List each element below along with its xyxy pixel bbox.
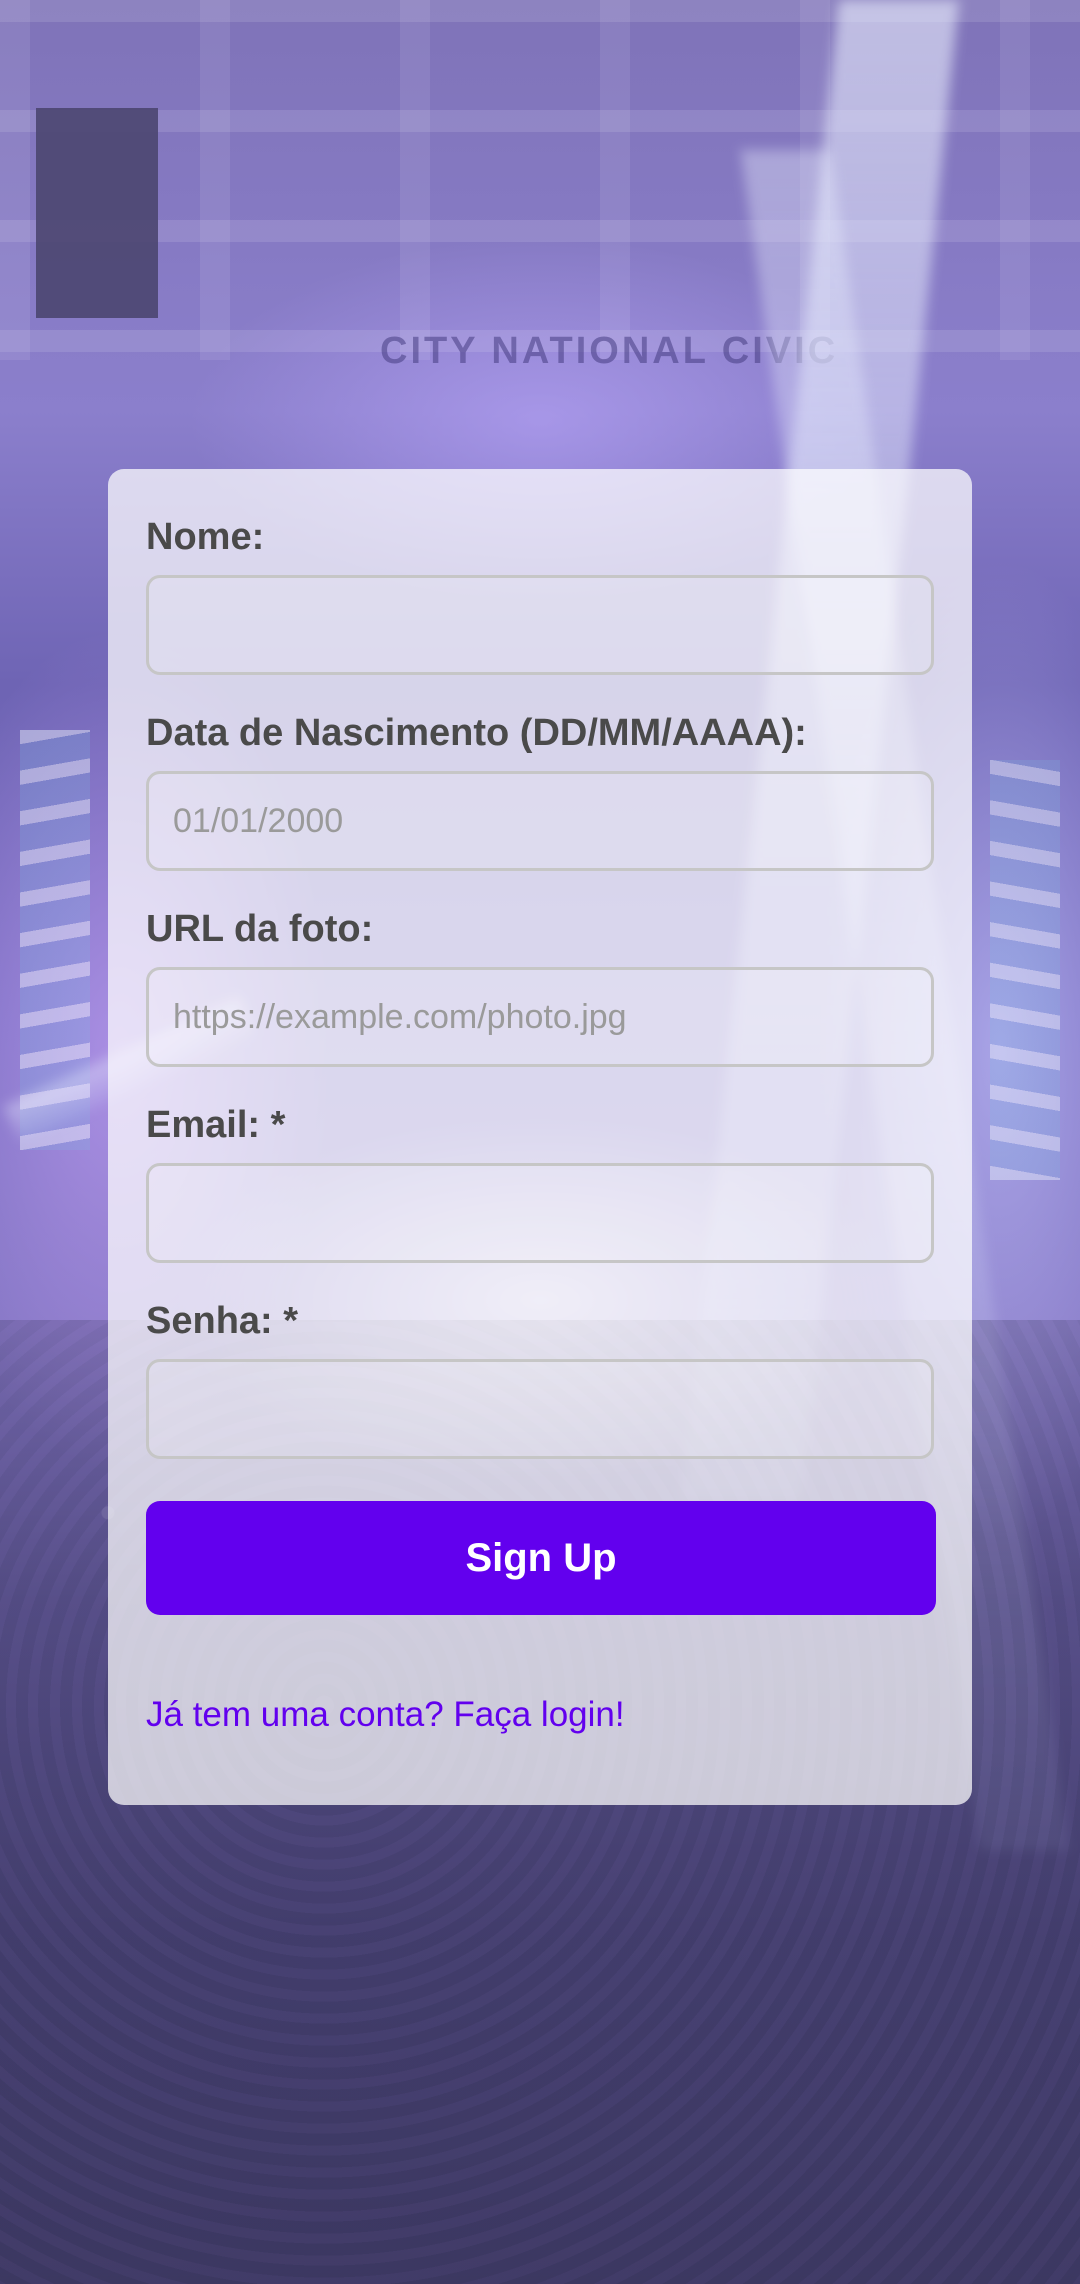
email-label: Email: *	[146, 1104, 286, 1146]
password-label: Senha: *	[146, 1300, 299, 1342]
name-input[interactable]	[146, 575, 934, 675]
birthdate-label: Data de Nascimento (DD/MM/AAAA):	[146, 712, 807, 754]
signup-form-card: Nome: Data de Nascimento (DD/MM/AAAA): U…	[108, 469, 972, 1805]
password-input[interactable]	[146, 1359, 934, 1459]
name-label: Nome:	[146, 516, 265, 558]
stage-screen-right	[990, 760, 1060, 1180]
hanging-speaker	[36, 108, 158, 318]
sign-up-button[interactable]: Sign Up	[146, 1501, 936, 1615]
photo-url-input[interactable]	[146, 967, 934, 1067]
birthdate-input[interactable]	[146, 771, 934, 871]
login-link[interactable]: Já tem uma conta? Faça login!	[146, 1693, 934, 1737]
signup-screen: CITY NATIONAL CIVIC Nome: Data de Nascim…	[0, 0, 1080, 2284]
email-input[interactable]	[146, 1163, 934, 1263]
photo-url-label: URL da foto:	[146, 908, 374, 950]
